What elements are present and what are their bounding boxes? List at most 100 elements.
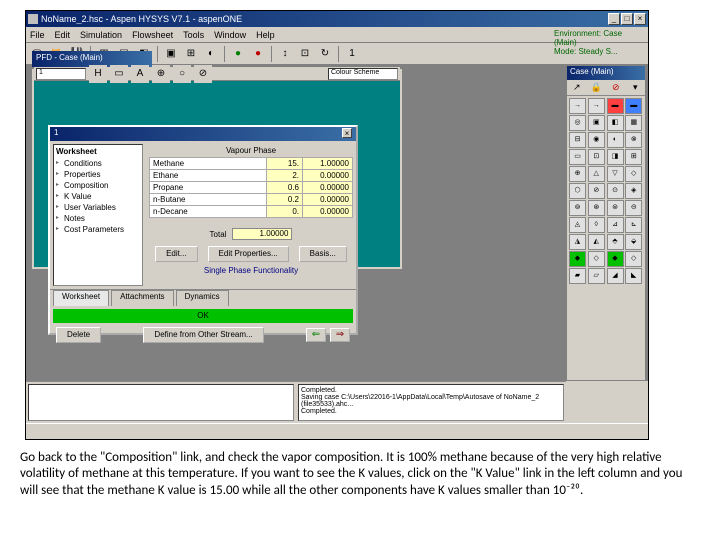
tool-icon[interactable]: ⊡	[296, 45, 314, 63]
palette-item[interactable]: ▣	[588, 115, 605, 131]
palette-item[interactable]: ◇	[625, 251, 642, 267]
tab-worksheet[interactable]: Worksheet	[53, 290, 109, 306]
menu-simulation[interactable]: Simulation	[80, 30, 122, 40]
tree-cost[interactable]: Cost Parameters	[56, 224, 140, 235]
prev-arrow-icon[interactable]: ⇐	[306, 328, 326, 342]
menu-tools[interactable]: Tools	[183, 30, 204, 40]
menu-flowsheet[interactable]: Flowsheet	[132, 30, 173, 40]
composition-table: Methane15.1.00000 Ethane2.0.00000 Propan…	[149, 157, 353, 218]
menu-file[interactable]: File	[30, 30, 45, 40]
palette-item[interactable]: ⊝	[625, 200, 642, 216]
pfd-tool-icon[interactable]: ▭	[110, 65, 128, 83]
menu-window[interactable]: Window	[214, 30, 246, 40]
table-row: Ethane2.0.00000	[150, 170, 353, 182]
palette-item[interactable]: ◎	[569, 115, 586, 131]
palette-item[interactable]: ⊾	[625, 217, 642, 233]
define-button[interactable]: Define from Other Stream...	[143, 327, 263, 343]
palette-item[interactable]: ◣	[625, 268, 642, 284]
palette-item[interactable]: ⊚	[569, 200, 586, 216]
palette-cancel-icon[interactable]: ⊘	[606, 80, 626, 95]
palette-item[interactable]: ⬙	[625, 234, 642, 250]
tree-composition[interactable]: Composition	[56, 180, 140, 191]
maximize-button[interactable]: □	[621, 13, 633, 25]
palette-item[interactable]: ▦	[625, 115, 642, 131]
palette-item[interactable]: ⊡	[588, 149, 605, 165]
pfd-selector[interactable]: 1	[36, 68, 86, 80]
palette-item[interactable]: ⬘	[607, 234, 624, 250]
palette-item[interactable]: ⊟	[569, 132, 586, 148]
log-panel-left	[28, 384, 294, 421]
palette-expand-icon[interactable]: ▾	[626, 80, 646, 95]
edit-button[interactable]: Edit...	[155, 246, 197, 262]
tab-dynamics[interactable]: Dynamics	[176, 290, 229, 306]
palette-item[interactable]: ⬡	[569, 183, 586, 199]
pfd-tool-icon[interactable]: A	[131, 65, 149, 83]
palette-item[interactable]: △	[588, 166, 605, 182]
tool-icon[interactable]: ◐	[202, 45, 220, 63]
palette-item[interactable]: ◇	[588, 251, 605, 267]
total-value: 1.00000	[232, 228, 292, 240]
tool-icon[interactable]: ↻	[316, 45, 334, 63]
phase-functionality-link[interactable]: Single Phase Functionality	[149, 266, 353, 275]
edit-properties-button[interactable]: Edit Properties...	[208, 246, 289, 262]
palette-item[interactable]: →	[569, 98, 586, 114]
tool-icon[interactable]: 1	[343, 45, 361, 63]
palette-item[interactable]: ⊜	[607, 200, 624, 216]
palette-item[interactable]: ▽	[607, 166, 624, 182]
tool-icon[interactable]: ⊞	[182, 45, 200, 63]
tool-icon[interactable]: ↕	[276, 45, 294, 63]
palette-item[interactable]: ▭	[569, 149, 586, 165]
menu-edit[interactable]: Edit	[55, 30, 71, 40]
pfd-tool-icon[interactable]: ⊘	[194, 65, 212, 83]
close-button[interactable]: ×	[634, 13, 646, 25]
palette-item[interactable]: ▬	[625, 98, 642, 114]
pfd-tool-icon[interactable]: H	[89, 65, 107, 83]
palette-item[interactable]: ◊	[588, 217, 605, 233]
delete-button[interactable]: Delete	[56, 327, 101, 343]
tree-uservars[interactable]: User Variables	[56, 202, 140, 213]
palette-item[interactable]: ◈	[625, 183, 642, 199]
palette-item[interactable]: ◧	[607, 115, 624, 131]
palette-item[interactable]: ◢	[607, 268, 624, 284]
palette-item[interactable]: ◨	[607, 149, 624, 165]
dialog-close-icon[interactable]: ×	[342, 128, 352, 138]
basis-button[interactable]: Basis...	[299, 246, 347, 262]
palette-lock-icon[interactable]: 🔒	[587, 80, 607, 95]
palette-item[interactable]: ▱	[588, 268, 605, 284]
palette-item[interactable]: ⊿	[607, 217, 624, 233]
palette-item[interactable]: ◉	[588, 132, 605, 148]
palette-item[interactable]: ◭	[588, 234, 605, 250]
palette-item[interactable]: ⊘	[588, 183, 605, 199]
tree-notes[interactable]: Notes	[56, 213, 140, 224]
palette-item[interactable]: →	[588, 98, 605, 114]
run-icon[interactable]: ●	[229, 45, 247, 63]
palette-item[interactable]: ⊗	[625, 132, 642, 148]
tree-conditions[interactable]: Conditions	[56, 158, 140, 169]
palette-item[interactable]: ⊕	[569, 166, 586, 182]
table-row: n-Decane0.0.00000	[150, 206, 353, 218]
next-arrow-icon[interactable]: ⇒	[330, 328, 350, 342]
palette-item[interactable]: ▰	[569, 268, 586, 284]
colour-scheme-select[interactable]: Colour Scheme	[328, 68, 398, 80]
tree-kvalue[interactable]: K Value	[56, 191, 140, 202]
pfd-tool-icon[interactable]: ○	[173, 65, 191, 83]
pfd-tool-icon[interactable]: ⊕	[152, 65, 170, 83]
palette-item[interactable]: ◇	[625, 166, 642, 182]
palette-item[interactable]: ◬	[569, 217, 586, 233]
palette-item[interactable]: ⊛	[588, 200, 605, 216]
palette-item[interactable]: ◮	[569, 234, 586, 250]
palette-item[interactable]: ◆	[607, 251, 624, 267]
tab-attachments[interactable]: Attachments	[111, 290, 173, 306]
menu-help[interactable]: Help	[256, 30, 275, 40]
palette-item[interactable]: ▬	[607, 98, 624, 114]
palette-item[interactable]: ◆	[569, 251, 586, 267]
stop-icon[interactable]: ●	[249, 45, 267, 63]
palette-item[interactable]: ⊙	[607, 183, 624, 199]
palette-arrow-icon[interactable]: ↗	[567, 80, 587, 95]
workspace: PFD - Case (Main) 1 H ▭ A ⊕ ○ ⊘ Colour S…	[26, 65, 648, 381]
palette-item[interactable]: ⊞	[625, 149, 642, 165]
palette-item[interactable]: ◐	[607, 132, 624, 148]
tool-icon[interactable]: ▣	[162, 45, 180, 63]
tree-properties[interactable]: Properties	[56, 169, 140, 180]
minimize-button[interactable]: _	[608, 13, 620, 25]
